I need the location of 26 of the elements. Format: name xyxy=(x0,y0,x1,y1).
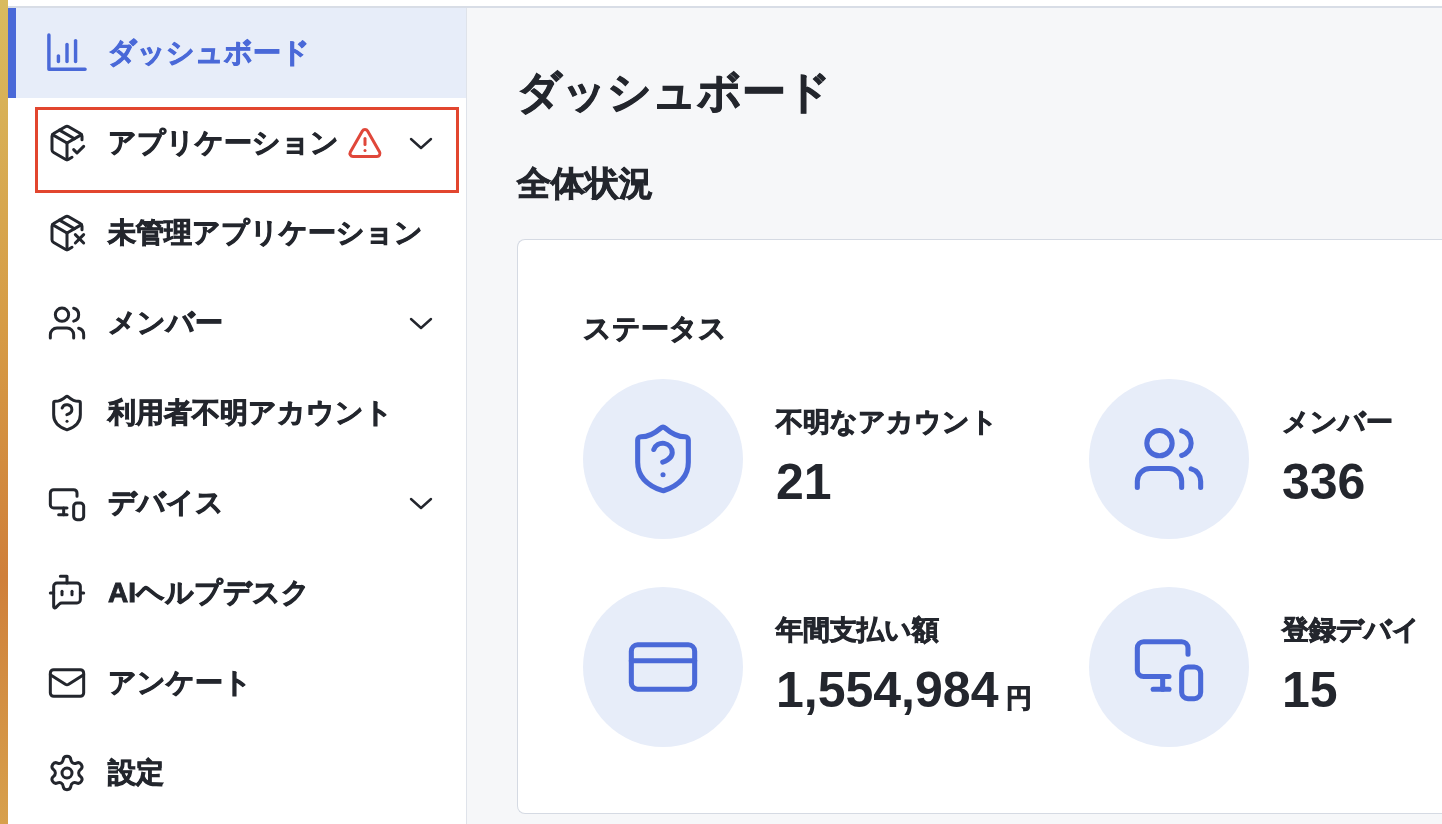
stat-value: 21 xyxy=(776,453,832,513)
stat-label: 登録デバイ xyxy=(1282,614,1420,647)
chevron-down-icon xyxy=(409,316,433,330)
section-title: 全体状況 xyxy=(517,162,654,204)
sidebar-item[interactable]: アンケート xyxy=(8,638,466,728)
stat-label: 年間支払い額 xyxy=(776,614,939,647)
sidebar-item[interactable]: AIヘルプデスク xyxy=(8,548,466,638)
sidebar-item[interactable]: 設定 xyxy=(8,728,466,818)
sidebar-item[interactable]: 未管理アプリケーション xyxy=(8,188,466,278)
stat-value: 15 xyxy=(1282,661,1338,721)
sidebar-item[interactable]: デバイス xyxy=(8,458,466,548)
card-title: ステータス xyxy=(583,311,728,346)
stat-label: 不明なアカウント xyxy=(776,406,998,439)
stat-value: 336 xyxy=(1282,453,1366,513)
sidebar-item[interactable]: メンバー xyxy=(8,278,466,368)
bar-chart-icon xyxy=(47,33,87,73)
stat-unit: 円 xyxy=(1006,682,1033,716)
chevron-down-icon xyxy=(409,136,433,150)
chevron-down-icon xyxy=(409,496,433,510)
settings-icon xyxy=(47,753,87,793)
sidebar-item[interactable]: 利用者不明アカウント xyxy=(8,368,466,458)
page-title: ダッシュボード xyxy=(517,66,832,118)
sidebar-item[interactable]: アプリケーション xyxy=(8,98,466,188)
stat-label: メンバー xyxy=(1282,406,1393,439)
sidebar-item[interactable]: ダッシュボード xyxy=(8,8,466,98)
stat-value: 1,554,984 xyxy=(776,661,999,721)
